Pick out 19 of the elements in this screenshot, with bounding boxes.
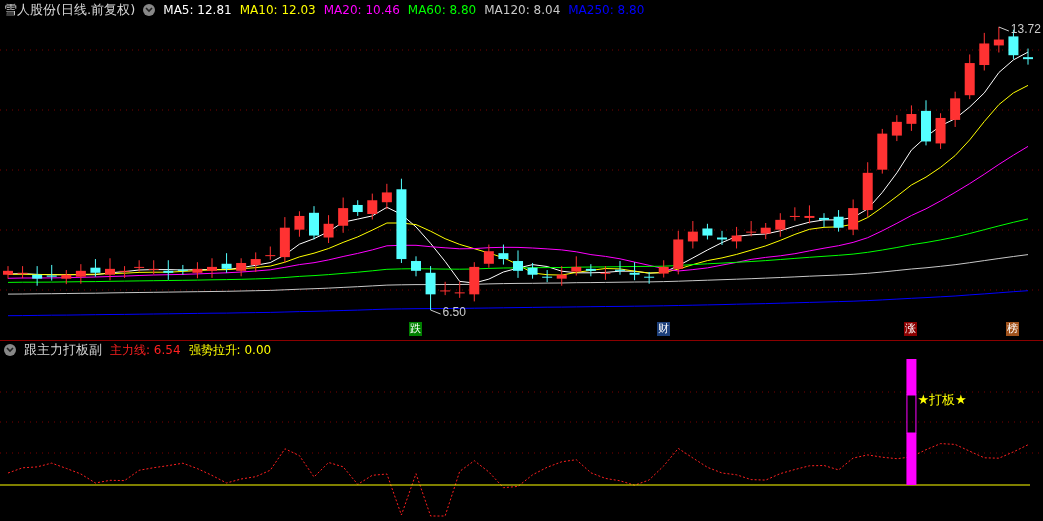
indicator-value: 强势拉升: 0.00 — [188, 341, 272, 359]
event-marker[interactable]: 跌 — [409, 322, 422, 336]
signal-label: ★打板★ — [917, 391, 967, 409]
dropdown-icon[interactable] — [143, 4, 156, 16]
moving-average-value: MA10: 12.03 — [239, 3, 316, 17]
high-price-label: 13.72 — [998, 22, 1041, 36]
moving-average-value: MA120: 8.04 — [484, 3, 561, 17]
event-marker[interactable]: 财 — [656, 322, 670, 336]
moving-average-value: MA60: 8.80 — [407, 3, 477, 17]
event-marker[interactable]: 涨 — [904, 322, 918, 336]
moving-average-value: MA5: 12.81 — [163, 3, 232, 17]
moving-average-value: MA20: 10.46 — [323, 3, 400, 17]
chart-title: 雪人股份(日线.前复权) — [4, 1, 136, 19]
moving-average-value: MA250: 8.80 — [568, 3, 645, 17]
low-price-label: 6.50 — [430, 305, 466, 318]
indicator-value: 主力线: 6.54 — [110, 341, 181, 359]
dropdown-icon[interactable] — [4, 344, 16, 356]
indicator-title: 跟主力打板副 — [24, 341, 102, 359]
event-marker[interactable]: 榜 — [1006, 322, 1020, 336]
